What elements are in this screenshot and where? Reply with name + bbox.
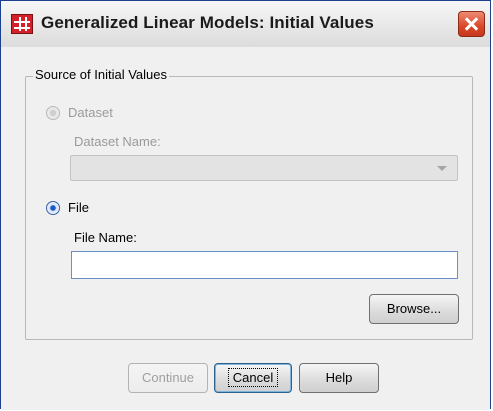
chevron-down-icon bbox=[437, 166, 447, 171]
file-radio[interactable] bbox=[46, 201, 60, 215]
dialog-body: Source of Initial Values Dataset Dataset… bbox=[1, 47, 490, 410]
dataset-radio[interactable] bbox=[46, 106, 60, 120]
dataset-name-label: Dataset Name: bbox=[74, 134, 161, 149]
file-name-input[interactable] bbox=[71, 251, 458, 279]
continue-button[interactable]: Continue bbox=[128, 363, 208, 393]
title-bar[interactable]: Generalized Linear Models: Initial Value… bbox=[1, 1, 490, 48]
dataset-radio-label: Dataset bbox=[68, 105, 113, 120]
group-legend: Source of Initial Values bbox=[33, 67, 169, 82]
browse-button[interactable]: Browse... bbox=[369, 294, 459, 324]
help-button[interactable]: Help bbox=[299, 363, 379, 393]
window-title: Generalized Linear Models: Initial Value… bbox=[41, 13, 374, 32]
dataset-name-combo[interactable] bbox=[70, 155, 458, 181]
close-button[interactable] bbox=[458, 11, 485, 37]
file-name-label: File Name: bbox=[74, 230, 137, 245]
cancel-button[interactable]: Cancel bbox=[214, 363, 292, 393]
spss-table-icon bbox=[11, 14, 33, 34]
dialog-window: Generalized Linear Models: Initial Value… bbox=[0, 0, 491, 410]
cancel-button-label: Cancel bbox=[227, 368, 279, 387]
file-radio-label: File bbox=[68, 200, 89, 215]
